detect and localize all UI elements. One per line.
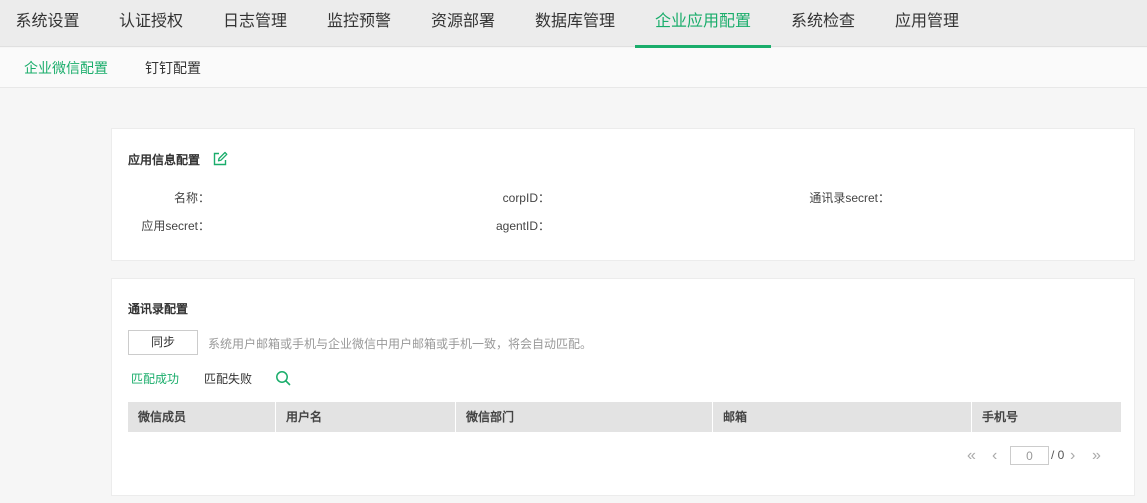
- sync-hint-text: 系统用户邮箱或手机与企业微信中用户邮箱或手机一致，将会自动匹配。: [208, 337, 593, 351]
- app-secret-label: 应用secret：: [141, 219, 210, 233]
- name-label: 名称：: [173, 191, 210, 205]
- tab-enterprise-app-config[interactable]: 企业应用配置: [635, 0, 771, 48]
- last-page-button[interactable]: »: [1092, 444, 1101, 468]
- contacts-secret-label: 通讯录secret：: [809, 191, 890, 205]
- prev-page-button[interactable]: ‹: [992, 444, 997, 468]
- tab-database-management[interactable]: 数据库管理: [515, 0, 635, 47]
- tab-auth[interactable]: 认证授权: [99, 0, 203, 47]
- agent-id-label: agentID：: [495, 219, 550, 233]
- pagination: « ‹ / 0 › »: [112, 444, 1136, 468]
- contacts-config-card: 通讯录配置 同步 系统用户邮箱或手机与企业微信中用户邮箱或手机一致，将会自动匹配…: [111, 278, 1135, 496]
- tab-system-settings[interactable]: 系统设置: [0, 0, 95, 47]
- column-header-username[interactable]: 用户名: [276, 402, 456, 432]
- page-number-input[interactable]: [1010, 446, 1049, 465]
- search-icon[interactable]: [275, 370, 291, 386]
- sync-button[interactable]: 同步: [128, 330, 198, 355]
- tab-monitoring[interactable]: 监控预警: [307, 0, 411, 47]
- app-info-card: 应用信息配置 名称： corpID： 通讯录secret： 应用secret： …: [111, 128, 1135, 261]
- column-header-wechat-member[interactable]: 微信成员: [128, 402, 276, 432]
- tab-system-check[interactable]: 系统检查: [771, 0, 875, 47]
- edit-icon[interactable]: [212, 151, 228, 167]
- filter-matched[interactable]: 匹配成功: [131, 370, 179, 387]
- column-header-email[interactable]: 邮箱: [713, 402, 972, 432]
- column-header-phone[interactable]: 手机号: [972, 402, 1121, 432]
- next-page-button[interactable]: ›: [1070, 444, 1075, 468]
- subtab-dingtalk[interactable]: 钉钉配置: [145, 48, 201, 88]
- corp-id-label: corpID：: [502, 191, 550, 205]
- filter-unmatched[interactable]: 匹配失败: [204, 370, 252, 387]
- first-page-button[interactable]: «: [967, 444, 976, 468]
- tab-app-management[interactable]: 应用管理: [875, 0, 979, 47]
- tab-log-management[interactable]: 日志管理: [203, 0, 307, 47]
- tab-resource-deploy[interactable]: 资源部署: [411, 0, 515, 47]
- contacts-table-header: 微信成员 用户名 微信部门 邮箱 手机号: [128, 402, 1121, 432]
- subtab-wechat-work[interactable]: 企业微信配置: [24, 48, 108, 88]
- page-total: / 0: [1051, 448, 1065, 462]
- column-header-wechat-department[interactable]: 微信部门: [456, 402, 713, 432]
- contacts-config-title: 通讯录配置: [128, 302, 189, 316]
- top-navigation: 系统设置 认证授权 日志管理 监控预警 资源部署 数据库管理 企业应用配置 系统…: [0, 0, 1147, 48]
- app-info-title: 应用信息配置: [128, 153, 201, 167]
- sub-navigation: 企业微信配置 钉钉配置: [0, 48, 1147, 88]
